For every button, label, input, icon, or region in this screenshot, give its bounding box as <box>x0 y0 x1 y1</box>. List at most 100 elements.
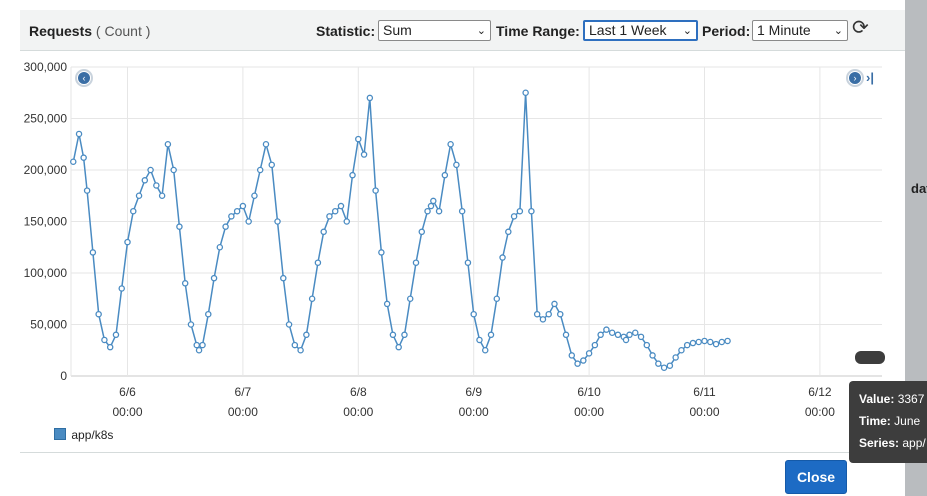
data-point <box>435 207 443 215</box>
data-point <box>655 360 662 367</box>
data-point <box>637 333 645 341</box>
data-point <box>608 329 616 336</box>
data-point <box>603 326 610 333</box>
data-point <box>458 207 466 215</box>
data-point <box>499 254 506 261</box>
data-point <box>181 280 189 287</box>
data-point <box>591 341 599 349</box>
tooltip-value-label: Value: <box>859 392 895 406</box>
data-point <box>597 331 604 339</box>
y-axis: 300,000 250,000 200,000 150,000 100,000 50,00… <box>24 60 68 383</box>
data-point <box>320 228 327 236</box>
chart-tooltip: Value: 3367 Time: June Series: app/ <box>849 381 927 463</box>
data-point <box>256 166 264 174</box>
data-point <box>695 338 702 346</box>
data-point <box>464 259 472 266</box>
data-point <box>441 171 449 179</box>
data-point <box>718 338 726 346</box>
chevron-right-icon: › <box>849 72 861 84</box>
data-point <box>712 340 720 348</box>
data-point <box>205 310 212 318</box>
data-point <box>176 223 183 230</box>
data-point <box>574 360 581 367</box>
data-point <box>164 140 172 148</box>
background-text: dat <box>911 181 927 196</box>
data-point <box>326 213 333 220</box>
data-point <box>643 341 651 349</box>
x-tick-time: 00:00 <box>228 405 258 419</box>
y-tick-label: 200,000 <box>24 163 68 177</box>
data-point <box>724 337 731 345</box>
data-point <box>424 207 431 215</box>
scroll-right-button[interactable]: › <box>846 69 864 87</box>
data-point <box>291 341 299 349</box>
data-point <box>412 259 420 266</box>
x-tick-time: 00:00 <box>574 405 604 419</box>
data-point <box>228 213 235 220</box>
x-tick-time: 00:00 <box>689 405 719 419</box>
data-point <box>193 341 200 349</box>
tooltip-time: June <box>894 414 921 428</box>
chevron-left-icon: ‹ <box>78 72 90 84</box>
data-point <box>505 228 512 236</box>
data-point <box>672 354 679 361</box>
data-point <box>303 331 310 339</box>
data-point <box>487 331 495 339</box>
data-point <box>95 310 102 318</box>
data-point <box>522 89 529 97</box>
data-point <box>622 336 630 344</box>
data-point <box>141 177 149 184</box>
data-point <box>418 228 426 236</box>
x-tick-day: 6/7 <box>235 385 252 399</box>
requests-line-chart: 300,000 250,000 200,000 150,000 100,000 50,00… <box>24 60 882 419</box>
data-point <box>678 346 685 354</box>
data-point <box>222 223 229 230</box>
y-tick-label: 100,000 <box>24 266 68 280</box>
data-point <box>70 158 77 166</box>
data-point <box>649 352 656 359</box>
series-points <box>70 89 731 372</box>
data-point <box>245 218 252 225</box>
data-point <box>268 161 275 169</box>
data-point <box>683 341 691 349</box>
data-point <box>130 207 137 215</box>
data-point <box>101 336 108 344</box>
data-point <box>689 339 697 347</box>
x-axis: 6/6 00:00 6/7 00:00 6/8 00:00 6/9 00:00 6/10 00:0… <box>112 385 835 419</box>
data-point <box>389 331 397 339</box>
x-tick-time: 00:00 <box>343 405 373 419</box>
data-point <box>481 346 489 354</box>
data-point <box>614 331 622 339</box>
data-point <box>395 343 402 351</box>
data-point <box>568 352 576 359</box>
data-point <box>262 140 270 148</box>
data-point <box>372 187 379 194</box>
scroll-left-button[interactable]: ‹ <box>75 69 93 87</box>
data-point <box>170 166 177 174</box>
data-point <box>401 331 408 339</box>
data-point <box>280 274 287 282</box>
y-tick-label: 0 <box>60 369 67 383</box>
data-point <box>153 182 160 189</box>
data-point <box>707 338 714 346</box>
chart-legend[interactable]: app/k8s <box>54 428 113 442</box>
data-point <box>147 166 154 174</box>
data-point <box>545 310 552 318</box>
data-point <box>453 161 460 169</box>
data-point <box>355 135 362 143</box>
data-point <box>337 202 345 210</box>
data-point <box>308 295 316 302</box>
data-point <box>626 331 633 339</box>
data-point <box>124 238 131 246</box>
data-point <box>551 300 558 308</box>
x-tick-time: 00:00 <box>459 405 489 419</box>
data-point <box>378 249 385 256</box>
data-point <box>632 329 639 336</box>
skip-end-icon[interactable]: ›| <box>866 70 874 85</box>
x-tick-time: 00:00 <box>805 405 835 419</box>
footer-divider <box>20 452 905 453</box>
data-point <box>430 197 437 205</box>
close-button[interactable]: Close <box>785 460 847 494</box>
data-point <box>510 213 518 220</box>
x-tick-time: 00:00 <box>112 405 142 419</box>
